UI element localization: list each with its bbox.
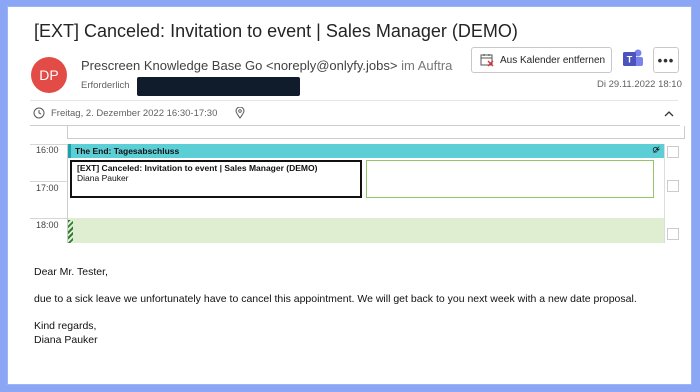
time-label-17: 17:00 — [36, 183, 59, 193]
calendar-preview: 16:00 17:00 18:00 The End: Tagesabschlus… — [30, 125, 685, 243]
time-label-18: 18:00 — [36, 220, 59, 230]
calendar-event-tagesabschluss[interactable]: The End: Tagesabschluss ⟳̸ — [68, 144, 666, 158]
more-actions-button[interactable]: ••• — [653, 47, 679, 73]
header-divider — [30, 100, 678, 101]
sender-avatar[interactable]: DP — [31, 57, 67, 93]
body-signature: Diana Pauker — [34, 334, 98, 346]
calendar-remove-icon — [480, 54, 494, 67]
sender-name[interactable]: Prescreen Knowledge Base Go <noreply@onl… — [81, 58, 397, 73]
sender-on-behalf: im Auftrag vo — [401, 58, 453, 73]
calendar-event-organizer: Diana Pauker — [77, 173, 129, 183]
collapse-chevron-icon[interactable] — [664, 109, 674, 120]
time-divider — [30, 181, 67, 182]
calendar-event-title: [EXT] Canceled: Invitation to event | Sa… — [77, 163, 318, 173]
remove-from-calendar-button[interactable]: Aus Kalender entfernen — [471, 47, 612, 73]
clock-icon — [33, 107, 45, 119]
body-greeting: Dear Mr. Tester, — [34, 266, 108, 278]
sender-line[interactable]: Prescreen Knowledge Base Go <noreply@onl… — [81, 58, 453, 73]
email-subject: [EXT] Canceled: Invitation to event | Sa… — [34, 21, 518, 41]
body-closing: Kind regards, — [34, 320, 97, 332]
recurrence-off-icon: ⟳̸ — [652, 145, 660, 155]
free-time-block — [68, 218, 666, 243]
svg-text:T: T — [627, 55, 633, 65]
time-label-16: 16:00 — [36, 145, 59, 155]
allday-event-title: The End: Tagesabschluss — [75, 146, 180, 156]
email-reading-pane: [EXT] Canceled: Invitation to event | Sa… — [8, 7, 691, 384]
remove-from-calendar-label: Aus Kalender entfernen — [500, 54, 606, 66]
required-attendees-label: Erforderlich — [81, 80, 130, 91]
body-paragraph: due to a sick leave we unfortunately hav… — [34, 293, 637, 305]
tentative-marker — [68, 220, 73, 243]
event-time: Freitag, 2. Dezember 2022 16:30-17:30 — [51, 107, 218, 119]
scroll-down-button[interactable] — [667, 228, 679, 240]
calendar-grid: The End: Tagesabschluss ⟳̸ [EXT] Cancele… — [67, 144, 666, 243]
calendar-empty-slot[interactable] — [366, 160, 654, 198]
sent-date: Di 29.11.2022 18:10 — [597, 79, 682, 90]
scroll-up-button[interactable] — [667, 146, 679, 158]
time-divider — [30, 218, 67, 219]
event-time-row: Freitag, 2. Dezember 2022 16:30-17:30 — [33, 105, 245, 121]
email-body: Dear Mr. Tester, due to a sick leave we … — [34, 265, 674, 347]
calendar-event-canceled[interactable]: [EXT] Canceled: Invitation to event | Sa… — [70, 160, 362, 198]
scroll-thumb[interactable] — [667, 180, 679, 192]
redacted-recipient — [137, 77, 300, 96]
teams-icon[interactable]: T — [622, 47, 644, 71]
location-pin-icon[interactable] — [235, 107, 245, 119]
calendar-day-header — [67, 126, 685, 139]
calendar-scrollbar[interactable] — [664, 144, 680, 243]
